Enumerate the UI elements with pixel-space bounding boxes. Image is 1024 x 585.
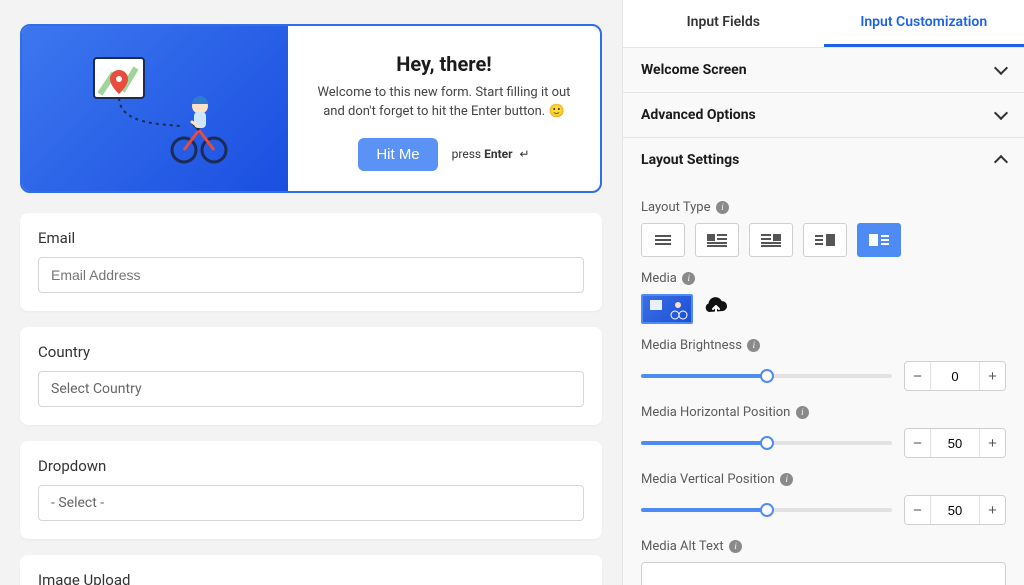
welcome-media [22, 26, 288, 191]
vpos-label: Media Vertical Position [641, 472, 775, 487]
layout-type-group [641, 223, 1006, 257]
country-label: Country [38, 343, 584, 361]
brightness-row: − + [641, 361, 1006, 391]
vpos-decrement[interactable]: − [905, 496, 931, 524]
layout-type-lines[interactable] [641, 223, 685, 257]
country-select-placeholder: Select Country [51, 381, 142, 397]
hpos-row: − + [641, 428, 1006, 458]
acc-layout-settings-header[interactable]: Layout Settings [623, 138, 1024, 182]
acc-layout-settings-body: Layout Type i [623, 182, 1024, 585]
tab-row: Input Fields Input Customization [623, 0, 1024, 48]
brightness-slider[interactable] [641, 374, 892, 378]
dropdown-select-placeholder: - Select - [51, 495, 104, 511]
acc-advanced-options: Advanced Options [623, 93, 1024, 138]
hit-me-button[interactable]: Hit Me [358, 138, 437, 171]
brightness-value[interactable] [931, 362, 979, 390]
country-select[interactable]: Select Country [38, 371, 584, 407]
acc-layout-settings: Layout Settings Layout Type i [623, 138, 1024, 585]
acc-advanced-options-header[interactable]: Advanced Options [623, 93, 1024, 137]
press-enter-hint: press Enter ↵ [452, 147, 530, 161]
info-icon: i [682, 272, 695, 285]
vpos-row: − + [641, 495, 1006, 525]
vpos-stepper: − + [904, 495, 1006, 525]
brightness-stepper: − + [904, 361, 1006, 391]
chevron-down-icon [994, 106, 1008, 120]
brightness-decrement[interactable]: − [905, 362, 931, 390]
chevron-down-icon [994, 61, 1008, 75]
media-row [641, 294, 1006, 324]
upload-cloud-icon[interactable] [703, 297, 729, 321]
welcome-body: Hey, there! Welcome to this new form. St… [288, 26, 600, 191]
dropdown-select[interactable]: - Select - [38, 485, 584, 521]
acc-welcome-screen-title: Welcome Screen [641, 62, 747, 78]
welcome-cta-row: Hit Me press Enter ↵ [358, 138, 529, 171]
info-icon: i [716, 201, 729, 214]
layout-type-float-right[interactable] [749, 223, 793, 257]
hpos-label: Media Horizontal Position [641, 405, 790, 420]
email-card: Email [20, 213, 602, 311]
dropdown-label: Dropdown [38, 457, 584, 475]
press-prefix: press [452, 147, 481, 161]
acc-layout-settings-title: Layout Settings [641, 152, 739, 168]
welcome-title: Hey, there! [308, 52, 580, 76]
brightness-label: Media Brightness [641, 338, 742, 353]
layout-type-split-left[interactable] [857, 223, 901, 257]
hpos-decrement[interactable]: − [905, 429, 931, 457]
email-input[interactable] [38, 257, 584, 293]
acc-welcome-screen-header[interactable]: Welcome Screen [623, 48, 1024, 92]
vpos-slider[interactable] [641, 508, 892, 512]
media-thumbnail[interactable] [641, 294, 693, 324]
hpos-increment[interactable]: + [979, 429, 1005, 457]
acc-welcome-screen: Welcome Screen [623, 48, 1024, 93]
chevron-up-icon [994, 155, 1008, 169]
country-card: Country Select Country [20, 327, 602, 425]
image-upload-card: Image Upload Choose File [20, 555, 602, 585]
form-preview-column: Hey, there! Welcome to this new form. St… [0, 0, 622, 585]
info-icon: i [796, 406, 809, 419]
welcome-illustration [70, 48, 240, 168]
email-label: Email [38, 229, 584, 247]
info-icon: i [747, 339, 760, 352]
vpos-value[interactable] [931, 496, 979, 524]
alt-label: Media Alt Text [641, 539, 724, 554]
layout-type-float-left[interactable] [695, 223, 739, 257]
tab-input-customization[interactable]: Input Customization [824, 0, 1024, 47]
alt-text-input[interactable] [641, 562, 1006, 585]
welcome-description: Welcome to this new form. Start filling … [308, 84, 580, 122]
layout-type-split-right[interactable] [803, 223, 847, 257]
brightness-increment[interactable]: + [979, 362, 1005, 390]
enter-icon: ↵ [520, 147, 530, 161]
welcome-card: Hey, there! Welcome to this new form. St… [20, 24, 602, 193]
image-upload-label: Image Upload [38, 571, 584, 585]
info-icon: i [780, 473, 793, 486]
media-label: Media [641, 271, 677, 286]
tab-input-fields[interactable]: Input Fields [623, 0, 824, 47]
hpos-value[interactable] [931, 429, 979, 457]
acc-advanced-options-title: Advanced Options [641, 107, 756, 123]
vpos-increment[interactable]: + [979, 496, 1005, 524]
hpos-slider[interactable] [641, 441, 892, 445]
info-icon: i [729, 540, 742, 553]
settings-panel: Input Fields Input Customization Welcome… [622, 0, 1024, 585]
hpos-stepper: − + [904, 428, 1006, 458]
press-key: Enter [484, 147, 512, 161]
layout-type-label: Layout Type [641, 200, 710, 215]
dropdown-card: Dropdown - Select - [20, 441, 602, 539]
